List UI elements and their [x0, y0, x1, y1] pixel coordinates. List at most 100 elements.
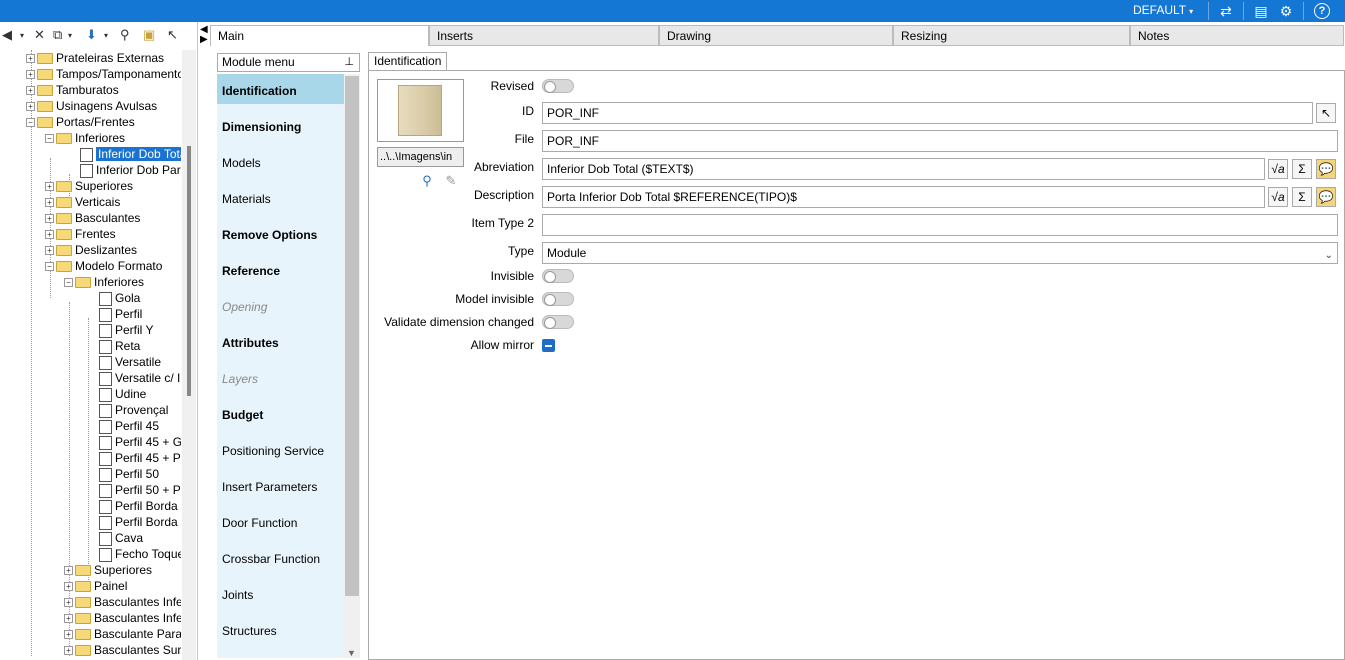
gear-icon[interactable]: ⚙	[1277, 2, 1295, 20]
layout-icon[interactable]: ▤	[1252, 2, 1270, 20]
tree-node[interactable]: Perfil 50 + P	[99, 482, 181, 498]
menu-item-dimensioning[interactable]: Dimensioning	[217, 110, 344, 140]
tree-node[interactable]: Fecho Toque	[99, 546, 181, 562]
tree-node[interactable]: + Superiores	[45, 178, 133, 194]
help-icon[interactable]: ?	[1314, 3, 1330, 19]
tree-scrollbar[interactable]	[182, 50, 196, 660]
binoculars-icon[interactable]: ⚲	[418, 172, 436, 190]
cursor-icon[interactable]: ↖	[167, 27, 178, 43]
tree-node[interactable]: + Basculantes	[45, 210, 140, 226]
chevron-down-icon[interactable]: ⌄	[1325, 246, 1333, 263]
model-invisible-toggle[interactable]	[542, 292, 574, 306]
menu-item-door-function[interactable]: Door Function	[217, 506, 344, 536]
chevron-down-icon[interactable]: ▾	[68, 31, 72, 40]
menu-item-attributes[interactable]: Attributes	[217, 326, 344, 356]
tree-node[interactable]: + Tamburatos	[26, 82, 119, 98]
menu-item-reference[interactable]: Reference	[217, 254, 344, 284]
menu-item-joints[interactable]: Joints	[217, 578, 344, 608]
sync-icon[interactable]: ⇄	[1217, 2, 1235, 20]
image-path-field[interactable]: ..\..\Imagens\in	[377, 147, 464, 167]
sigma-icon[interactable]: Σ	[1292, 159, 1312, 179]
tree-node[interactable]: + Verticais	[45, 194, 120, 210]
tree-node[interactable]: + Prateleiras Externas	[26, 50, 164, 66]
tree-node[interactable]: Perfil Y	[99, 322, 153, 338]
menu-item-materials[interactable]: Materials	[217, 182, 344, 212]
tab-inserts[interactable]: Inserts	[429, 25, 659, 46]
tab-notes[interactable]: Notes	[1130, 25, 1344, 46]
chevron-down-icon[interactable]: ▾	[104, 31, 108, 40]
tab-resizing[interactable]: Resizing	[893, 25, 1130, 46]
tree-node[interactable]: Provençal	[99, 402, 168, 418]
tree-node[interactable]: − Portas/Frentes	[26, 114, 135, 130]
tree-node[interactable]: Reta	[99, 338, 140, 354]
tree-node[interactable]: + Basculantes Infe	[64, 594, 181, 610]
abreviation-field[interactable]: Inferior Dob Total ($TEXT$)	[542, 158, 1265, 180]
profile-dropdown[interactable]: DEFAULT ▾	[1133, 3, 1193, 17]
menu-item-remove-options[interactable]: Remove Options	[217, 218, 344, 248]
id-field[interactable]: POR_INF	[542, 102, 1313, 124]
tree-node[interactable]: + Usinagens Avulsas	[26, 98, 157, 114]
copy-icon[interactable]: ⧉	[53, 27, 62, 43]
chevron-down-icon[interactable]: ▼	[347, 648, 356, 658]
menu-item-layers[interactable]: Layers	[217, 362, 344, 392]
menu-item-insert-parameters[interactable]: Insert Parameters	[217, 470, 344, 500]
sigma-icon[interactable]: Σ	[1292, 187, 1312, 207]
tree-node-selected[interactable]: Inferior Dob Total	[80, 146, 181, 162]
menu-item-models[interactable]: Models	[217, 146, 344, 176]
chevron-down-icon[interactable]: ▾	[20, 31, 24, 40]
formula-icon[interactable]: √a	[1268, 187, 1288, 207]
tab-drawing[interactable]: Drawing	[659, 25, 893, 46]
tree-node[interactable]: Perfil 45 + P	[99, 450, 181, 466]
menu-item-opening[interactable]: Opening	[217, 290, 344, 320]
tree-node[interactable]: Perfil	[99, 306, 142, 322]
allow-mirror-checkbox[interactable]	[542, 339, 555, 352]
tree-node[interactable]: + Superiores	[64, 562, 152, 578]
module-tree[interactable]: + Prateleiras Externas + Tampos/Tamponamen…	[0, 50, 181, 656]
menu-item-positioning-service[interactable]: Positioning Service	[217, 434, 344, 464]
search-icon[interactable]: ⚲	[120, 27, 130, 43]
tree-node[interactable]: + Basculantes Infe	[64, 610, 181, 626]
tree-node[interactable]: Udine	[99, 386, 146, 402]
pin-icon[interactable]: ⊥	[344, 54, 354, 71]
tree-node[interactable]: + Frentes	[45, 226, 116, 242]
scroll-thumb[interactable]	[345, 76, 359, 596]
tree-node[interactable]: Gola	[99, 290, 140, 306]
tree-node[interactable]: + Painel	[64, 578, 127, 594]
tree-node[interactable]: + Basculantes Sur	[64, 642, 181, 656]
comment-icon[interactable]: 💬	[1316, 159, 1336, 179]
folder-search-icon[interactable]: ▣	[143, 27, 155, 43]
formula-icon[interactable]: √a	[1268, 159, 1288, 179]
tree-node[interactable]: Perfil 50	[99, 466, 159, 482]
back-icon[interactable]: ◀	[2, 27, 12, 43]
menu-item-crossbar-function[interactable]: Crossbar Function	[217, 542, 344, 572]
move-down-icon[interactable]: ⬇	[86, 27, 97, 43]
menu-item-budget[interactable]: Budget	[217, 398, 344, 428]
tab-identification[interactable]: Identification	[368, 52, 448, 71]
tree-node[interactable]: Cava	[99, 530, 143, 546]
tree-node[interactable]: Versatile	[99, 354, 161, 370]
type-select[interactable]: Module ⌄	[542, 242, 1338, 264]
expand-right-icon[interactable]: ▶	[200, 34, 208, 45]
menu-item-identification[interactable]: Identification	[217, 74, 344, 104]
tree-node[interactable]: − Inferiores	[64, 274, 144, 290]
tree-node[interactable]: Perfil Borda	[99, 498, 178, 514]
comment-icon[interactable]: 💬	[1316, 187, 1336, 207]
tree-node[interactable]: Perfil 45 + G	[99, 434, 181, 450]
validate-dimension-changed-toggle[interactable]	[542, 315, 574, 329]
close-icon[interactable]: ✕	[34, 27, 45, 43]
tree-node[interactable]: Versatile c/ I	[99, 370, 180, 386]
tree-node[interactable]: + Deslizantes	[45, 242, 137, 258]
tree-node[interactable]: − Inferiores	[45, 130, 125, 146]
tree-node[interactable]: Perfil 45	[99, 418, 159, 434]
eraser-icon[interactable]: ✎	[442, 172, 460, 190]
tree-node[interactable]: + Basculante Para	[64, 626, 181, 642]
menu-item-structures[interactable]: Structures	[217, 614, 344, 644]
item-type-2-field[interactable]	[542, 214, 1338, 236]
scroll-thumb[interactable]	[187, 146, 191, 396]
module-menu-scrollbar[interactable]: ▼	[344, 74, 360, 658]
tree-node[interactable]: + Tampos/Tamponamento	[26, 66, 181, 82]
description-field[interactable]: Porta Inferior Dob Total $REFERENCE(TIPO…	[542, 186, 1265, 208]
tree-node[interactable]: − Modelo Formato	[45, 258, 162, 274]
revised-toggle[interactable]	[542, 79, 574, 93]
cursor-pick-icon[interactable]: ↖	[1316, 103, 1336, 123]
